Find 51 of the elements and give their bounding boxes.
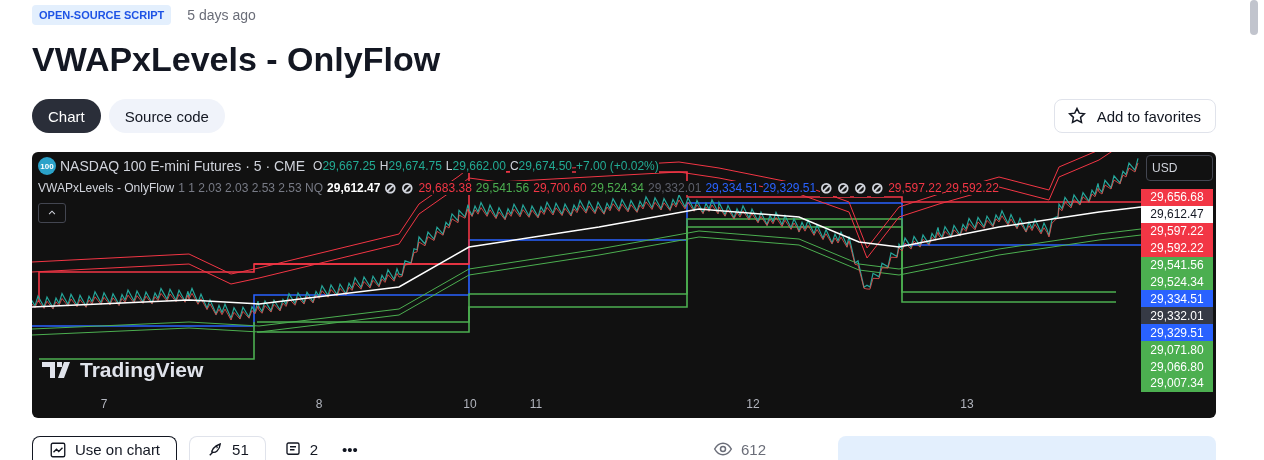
tab[interactable]: Source code — [108, 99, 225, 133]
price-tag: 29,066.80 — [1141, 358, 1213, 376]
indicator-value: 29,700.60 — [533, 181, 587, 195]
indicator-value: 29,332.01 — [648, 181, 702, 195]
price-tag: 29,071.80 — [1141, 341, 1213, 359]
price-tag: 29,656.68 — [1141, 188, 1213, 206]
indicator-value: 29,597.22 — [888, 181, 942, 195]
comment-icon — [283, 440, 302, 458]
posted-time: 5 days ago — [187, 7, 256, 23]
favorites-button[interactable]: Add to favorites — [1053, 99, 1216, 133]
time-label: 7 — [100, 397, 108, 411]
more-button[interactable]: ••• — [336, 436, 364, 460]
time-label: 8 — [315, 397, 323, 411]
watermark-text: TradingView — [80, 358, 204, 382]
price-tag: 29,334.51 — [1141, 290, 1213, 308]
indicator-value: 29,612.47 — [327, 181, 381, 195]
time-label: 13 — [960, 397, 974, 411]
ohlc-value: C29,674.50 — [509, 159, 572, 173]
time-label: 12 — [746, 397, 760, 411]
eye-icon — [712, 439, 733, 459]
price-tag: 29,329.51 — [1141, 324, 1213, 342]
symbol-name[interactable]: NASDAQ 100 E-mini Futures · 5 · CME — [60, 158, 306, 174]
ohlc-value: H29,674.75 — [379, 159, 442, 173]
indicator-params: 1 1 2.03 2.03 2.53 2.53 NQ — [178, 181, 324, 195]
script-type-badge: OPEN-SOURCE SCRIPT — [32, 5, 172, 25]
view-count: 612 — [740, 440, 766, 458]
indicator-value: 29,524.34 — [590, 181, 644, 195]
boost-button[interactable]: 51 — [189, 436, 266, 460]
indicator-value: 29,592.22 — [945, 181, 999, 195]
scrollbar-thumb[interactable] — [1250, 0, 1258, 35]
price-tag: 29,007.34 — [1141, 375, 1213, 392]
price-tag: 29,332.01 — [1141, 307, 1213, 325]
symbol-logo: 100 — [38, 157, 56, 175]
comments-button[interactable]: 2 — [277, 436, 325, 460]
time-label: 11 — [529, 397, 543, 411]
script-title: VWAPxLevels - OnlyFlow — [32, 39, 442, 80]
currency-selector[interactable]: USD — [1146, 155, 1213, 181]
indicator-value: 29,329.51 — [762, 181, 817, 195]
indicator-name[interactable]: VWAPxLevels - OnlyFlow — [38, 181, 175, 195]
price-change: +7.00 (+0.02%) — [576, 159, 659, 173]
collapse-button[interactable] — [38, 203, 66, 223]
ohlc-value: L29,662.00 — [445, 159, 506, 173]
indicator-value: 29,683.38 — [418, 181, 472, 195]
ohlc-value: O29,667.25 — [313, 159, 376, 173]
star-icon — [1066, 106, 1087, 126]
indicator-value: 29,541.56 — [475, 181, 530, 195]
indicator-value: 29,334.51 — [705, 181, 759, 195]
use-on-chart-button[interactable]: Use on chart — [32, 436, 178, 460]
time-label: 10 — [463, 397, 477, 411]
tab[interactable]: Chart — [32, 99, 101, 133]
line-chart-icon — [49, 440, 67, 459]
